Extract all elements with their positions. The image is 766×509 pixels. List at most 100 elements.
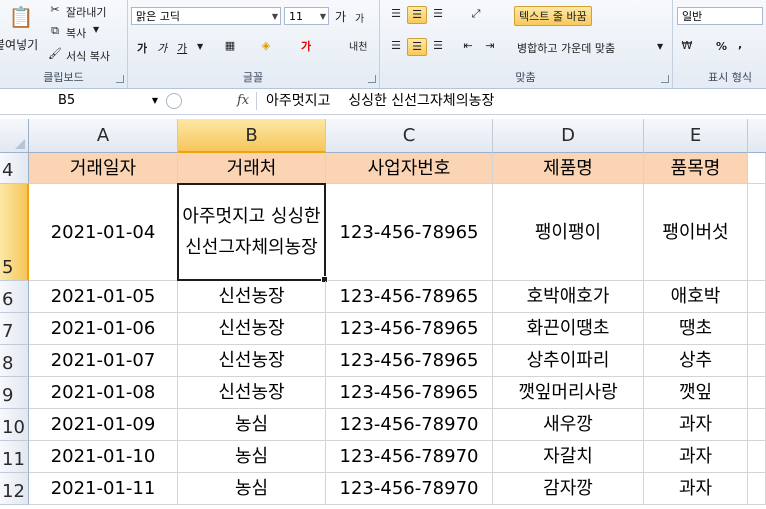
cell-a12[interactable]: 2021-01-11	[29, 473, 178, 505]
format-painter-icon[interactable]: 🖌	[46, 46, 64, 62]
cell-c5[interactable]: 123-456-78965	[326, 184, 493, 281]
accounting-format-icon[interactable]: ₩	[678, 38, 696, 54]
cell-e10[interactable]: 과자	[644, 409, 748, 441]
row-9-header[interactable]: 9	[0, 377, 29, 409]
cell-d5[interactable]: 팽이팽이	[493, 184, 644, 281]
cell-a8[interactable]: 2021-01-07	[29, 345, 178, 377]
clipboard-launcher-icon[interactable]	[116, 75, 124, 83]
cell-a5[interactable]: 2021-01-04	[29, 184, 178, 281]
cell-c6[interactable]: 123-456-78965	[326, 281, 493, 313]
underline-dropdown-icon[interactable]: ▼	[197, 42, 203, 51]
cell-d9[interactable]: 깻잎머리사랑	[493, 377, 644, 409]
cell-a4[interactable]: 거래일자	[29, 153, 178, 184]
insert-function-button[interactable]: fx	[237, 91, 249, 111]
cell-c7[interactable]: 123-456-78965	[326, 313, 493, 345]
cell-f10[interactable]	[748, 409, 766, 441]
copy-icon[interactable]: ⧉	[46, 23, 64, 39]
wrap-text-button[interactable]: 텍스트 줄 바꿈	[514, 6, 592, 26]
row-4-header[interactable]: 4	[0, 153, 29, 184]
font-color-button[interactable]: 가	[301, 38, 311, 54]
name-box[interactable]: B5 ▼	[0, 91, 160, 111]
cell-a10[interactable]: 2021-01-09	[29, 409, 178, 441]
align-center-icon[interactable]: ☰	[407, 38, 427, 56]
cell-e11[interactable]: 과자	[644, 441, 748, 473]
font-name-combo[interactable]: 맑은 고딕 ▼	[131, 7, 281, 25]
alignment-launcher-icon[interactable]	[661, 75, 669, 83]
percent-button[interactable]: %	[716, 40, 727, 53]
paste-icon[interactable]: 📋	[8, 4, 34, 30]
underline-button[interactable]: 가	[177, 40, 187, 56]
fill-color-icon[interactable]: ◈	[257, 38, 275, 54]
comma-button[interactable]: ,	[738, 38, 742, 51]
column-header-c[interactable]: C	[326, 119, 493, 153]
orientation-icon[interactable]: ⤢	[467, 6, 485, 22]
row-6-header[interactable]: 6	[0, 281, 29, 313]
cell-f4[interactable]	[748, 153, 766, 184]
cell-c12[interactable]: 123-456-78970	[326, 473, 493, 505]
number-format-combo[interactable]: 일반	[677, 7, 763, 25]
column-header-a[interactable]: A	[29, 119, 178, 153]
cell-e8[interactable]: 상추	[644, 345, 748, 377]
cell-d12[interactable]: 감자깡	[493, 473, 644, 505]
cell-c11[interactable]: 123-456-78970	[326, 441, 493, 473]
column-header-f[interactable]	[748, 119, 766, 153]
cell-c8[interactable]: 123-456-78965	[326, 345, 493, 377]
row-12-header[interactable]: 12	[0, 473, 29, 505]
phonetic-button[interactable]: 내천	[349, 38, 367, 53]
cell-e12[interactable]: 과자	[644, 473, 748, 505]
cell-e9[interactable]: 깻잎	[644, 377, 748, 409]
cell-c4[interactable]: 사업자번호	[326, 153, 493, 184]
column-header-d[interactable]: D	[493, 119, 644, 153]
cell-f5[interactable]	[748, 184, 766, 281]
cell-e5[interactable]: 팽이버섯	[644, 184, 748, 281]
cell-d8[interactable]: 상추이파리	[493, 345, 644, 377]
borders-icon[interactable]: ▦	[221, 38, 239, 54]
font-launcher-icon[interactable]	[368, 75, 376, 83]
cell-f12[interactable]	[748, 473, 766, 505]
align-middle-icon[interactable]: ☰	[407, 6, 427, 24]
italic-button[interactable]: 가	[157, 40, 167, 56]
cell-b12[interactable]: 농심	[178, 473, 326, 505]
cell-e4[interactable]: 품목명	[644, 153, 748, 184]
cell-c9[interactable]: 123-456-78965	[326, 377, 493, 409]
row-8-header[interactable]: 8	[0, 345, 29, 377]
cell-d4[interactable]: 제품명	[493, 153, 644, 184]
cell-d11[interactable]: 자갈치	[493, 441, 644, 473]
cell-a7[interactable]: 2021-01-06	[29, 313, 178, 345]
increase-indent-icon[interactable]: ⇥	[481, 38, 499, 54]
cell-f8[interactable]	[748, 345, 766, 377]
cell-d10[interactable]: 새우깡	[493, 409, 644, 441]
select-all-corner[interactable]	[0, 119, 29, 153]
align-bottom-icon[interactable]: ☰	[429, 6, 447, 22]
align-left-icon[interactable]: ☰	[387, 38, 405, 54]
align-top-icon[interactable]: ☰	[387, 6, 405, 22]
cell-e6[interactable]: 애호박	[644, 281, 748, 313]
cell-b9[interactable]: 신선농장	[178, 377, 326, 409]
grow-font-button[interactable]: 가	[335, 8, 346, 25]
cell-c10[interactable]: 123-456-78970	[326, 409, 493, 441]
row-7-header[interactable]: 7	[0, 313, 29, 345]
cell-f7[interactable]	[748, 313, 766, 345]
cell-f9[interactable]	[748, 377, 766, 409]
copy-button[interactable]: 복사	[66, 25, 86, 41]
cell-a9[interactable]: 2021-01-08	[29, 377, 178, 409]
font-size-combo[interactable]: 11 ▼	[284, 7, 329, 25]
column-header-e[interactable]: E	[644, 119, 748, 153]
formula-bar-handle-icon[interactable]	[166, 93, 182, 109]
copy-dropdown-icon[interactable]: ▼	[93, 25, 99, 34]
cut-icon[interactable]: ✂	[46, 2, 64, 18]
paste-button[interactable]: 붙여넣기	[0, 36, 38, 53]
column-header-b[interactable]: B	[178, 119, 326, 153]
bold-button[interactable]: 가	[137, 40, 147, 56]
cell-b6[interactable]: 신선농장	[178, 281, 326, 313]
formula-input[interactable]: 아주멋지고 싱싱한 신선그자체의농장	[266, 91, 494, 111]
merge-dropdown-icon[interactable]: ▼	[657, 42, 663, 51]
align-right-icon[interactable]: ☰	[429, 38, 447, 54]
cell-a11[interactable]: 2021-01-10	[29, 441, 178, 473]
row-5-header[interactable]: 5	[0, 184, 29, 281]
cell-b5[interactable]: 아주멋지고 싱싱한 신선그자체의농장	[178, 184, 326, 281]
format-painter-button[interactable]: 서식 복사	[66, 48, 110, 64]
cell-d6[interactable]: 호박애호가	[493, 281, 644, 313]
cell-f6[interactable]	[748, 281, 766, 313]
cut-button[interactable]: 잘라내기	[66, 4, 106, 20]
